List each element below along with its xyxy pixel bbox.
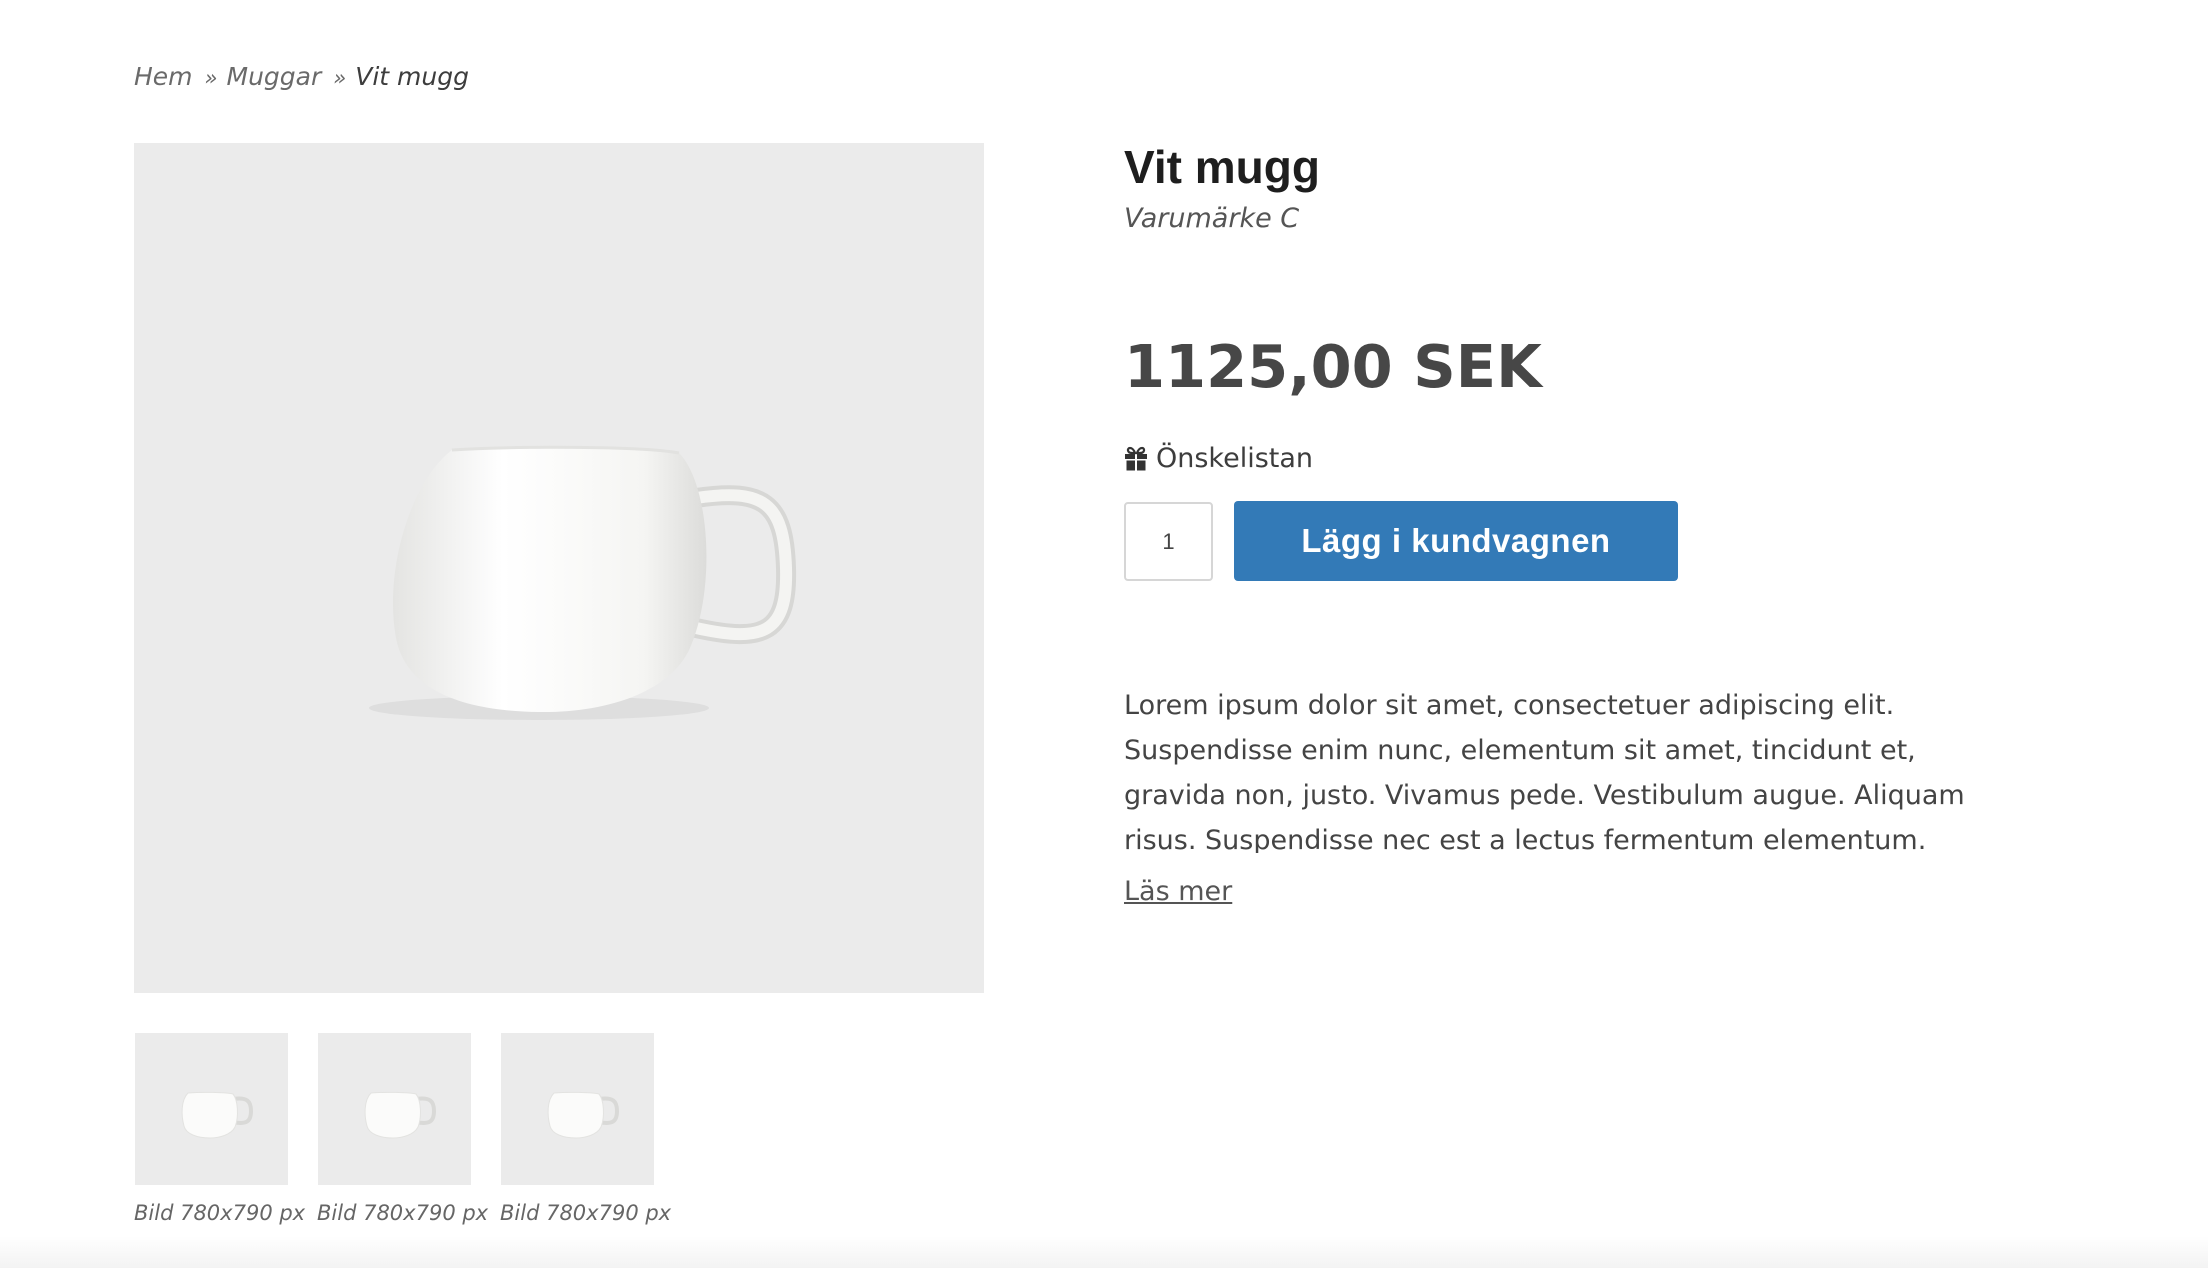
add-to-cart-button[interactable]: Lägg i kundvagnen — [1234, 501, 1678, 581]
white-mug-image — [547, 1091, 620, 1139]
thumbnail[interactable]: Bild 780x790 px — [317, 1033, 489, 1225]
product-main-image[interactable] — [134, 143, 984, 993]
product-title: Vit mugg — [1124, 141, 1320, 193]
breadcrumb: Hem » Muggar » Vit mugg — [134, 62, 469, 91]
breadcrumb-current: Vit mugg — [355, 62, 469, 91]
breadcrumb-separator: » — [333, 66, 347, 90]
product-description: Lorem ipsum dolor sit amet, consectetuer… — [1124, 690, 1965, 853]
wishlist-label: Önskelistan — [1156, 443, 1314, 474]
thumbnail-image[interactable] — [318, 1033, 471, 1185]
product-brand: Varumärke C — [1124, 203, 1300, 234]
quantity-input[interactable] — [1124, 502, 1213, 581]
breadcrumb-link-mugs[interactable]: Muggar — [227, 62, 322, 91]
product-price: 1125,00 SEK — [1124, 332, 1542, 401]
white-mug-image — [181, 1091, 254, 1139]
thumbnail-caption: Bild 780x790 px — [500, 1201, 672, 1225]
white-mug-image — [364, 1091, 437, 1139]
breadcrumb-separator: » — [204, 66, 218, 90]
read-more-link[interactable]: Läs mer — [1124, 876, 1232, 907]
wishlist-link[interactable]: Önskelistan — [1124, 443, 1313, 474]
thumbnail[interactable]: Bild 780x790 px — [134, 1033, 306, 1225]
page-bottom-edge — [0, 1236, 2208, 1268]
breadcrumb-link-home[interactable]: Hem — [134, 62, 193, 91]
thumbnail-caption: Bild 780x790 px — [317, 1201, 489, 1225]
thumbnail-gallery: Bild 780x790 px Bild 780x790 px Bild 780… — [134, 1033, 683, 1225]
thumbnail-image[interactable] — [135, 1033, 288, 1185]
white-mug-image — [369, 445, 797, 720]
thumbnail-image[interactable] — [501, 1033, 654, 1185]
thumbnail-caption: Bild 780x790 px — [134, 1201, 306, 1225]
gift-icon — [1125, 446, 1147, 470]
thumbnail[interactable]: Bild 780x790 px — [500, 1033, 672, 1225]
